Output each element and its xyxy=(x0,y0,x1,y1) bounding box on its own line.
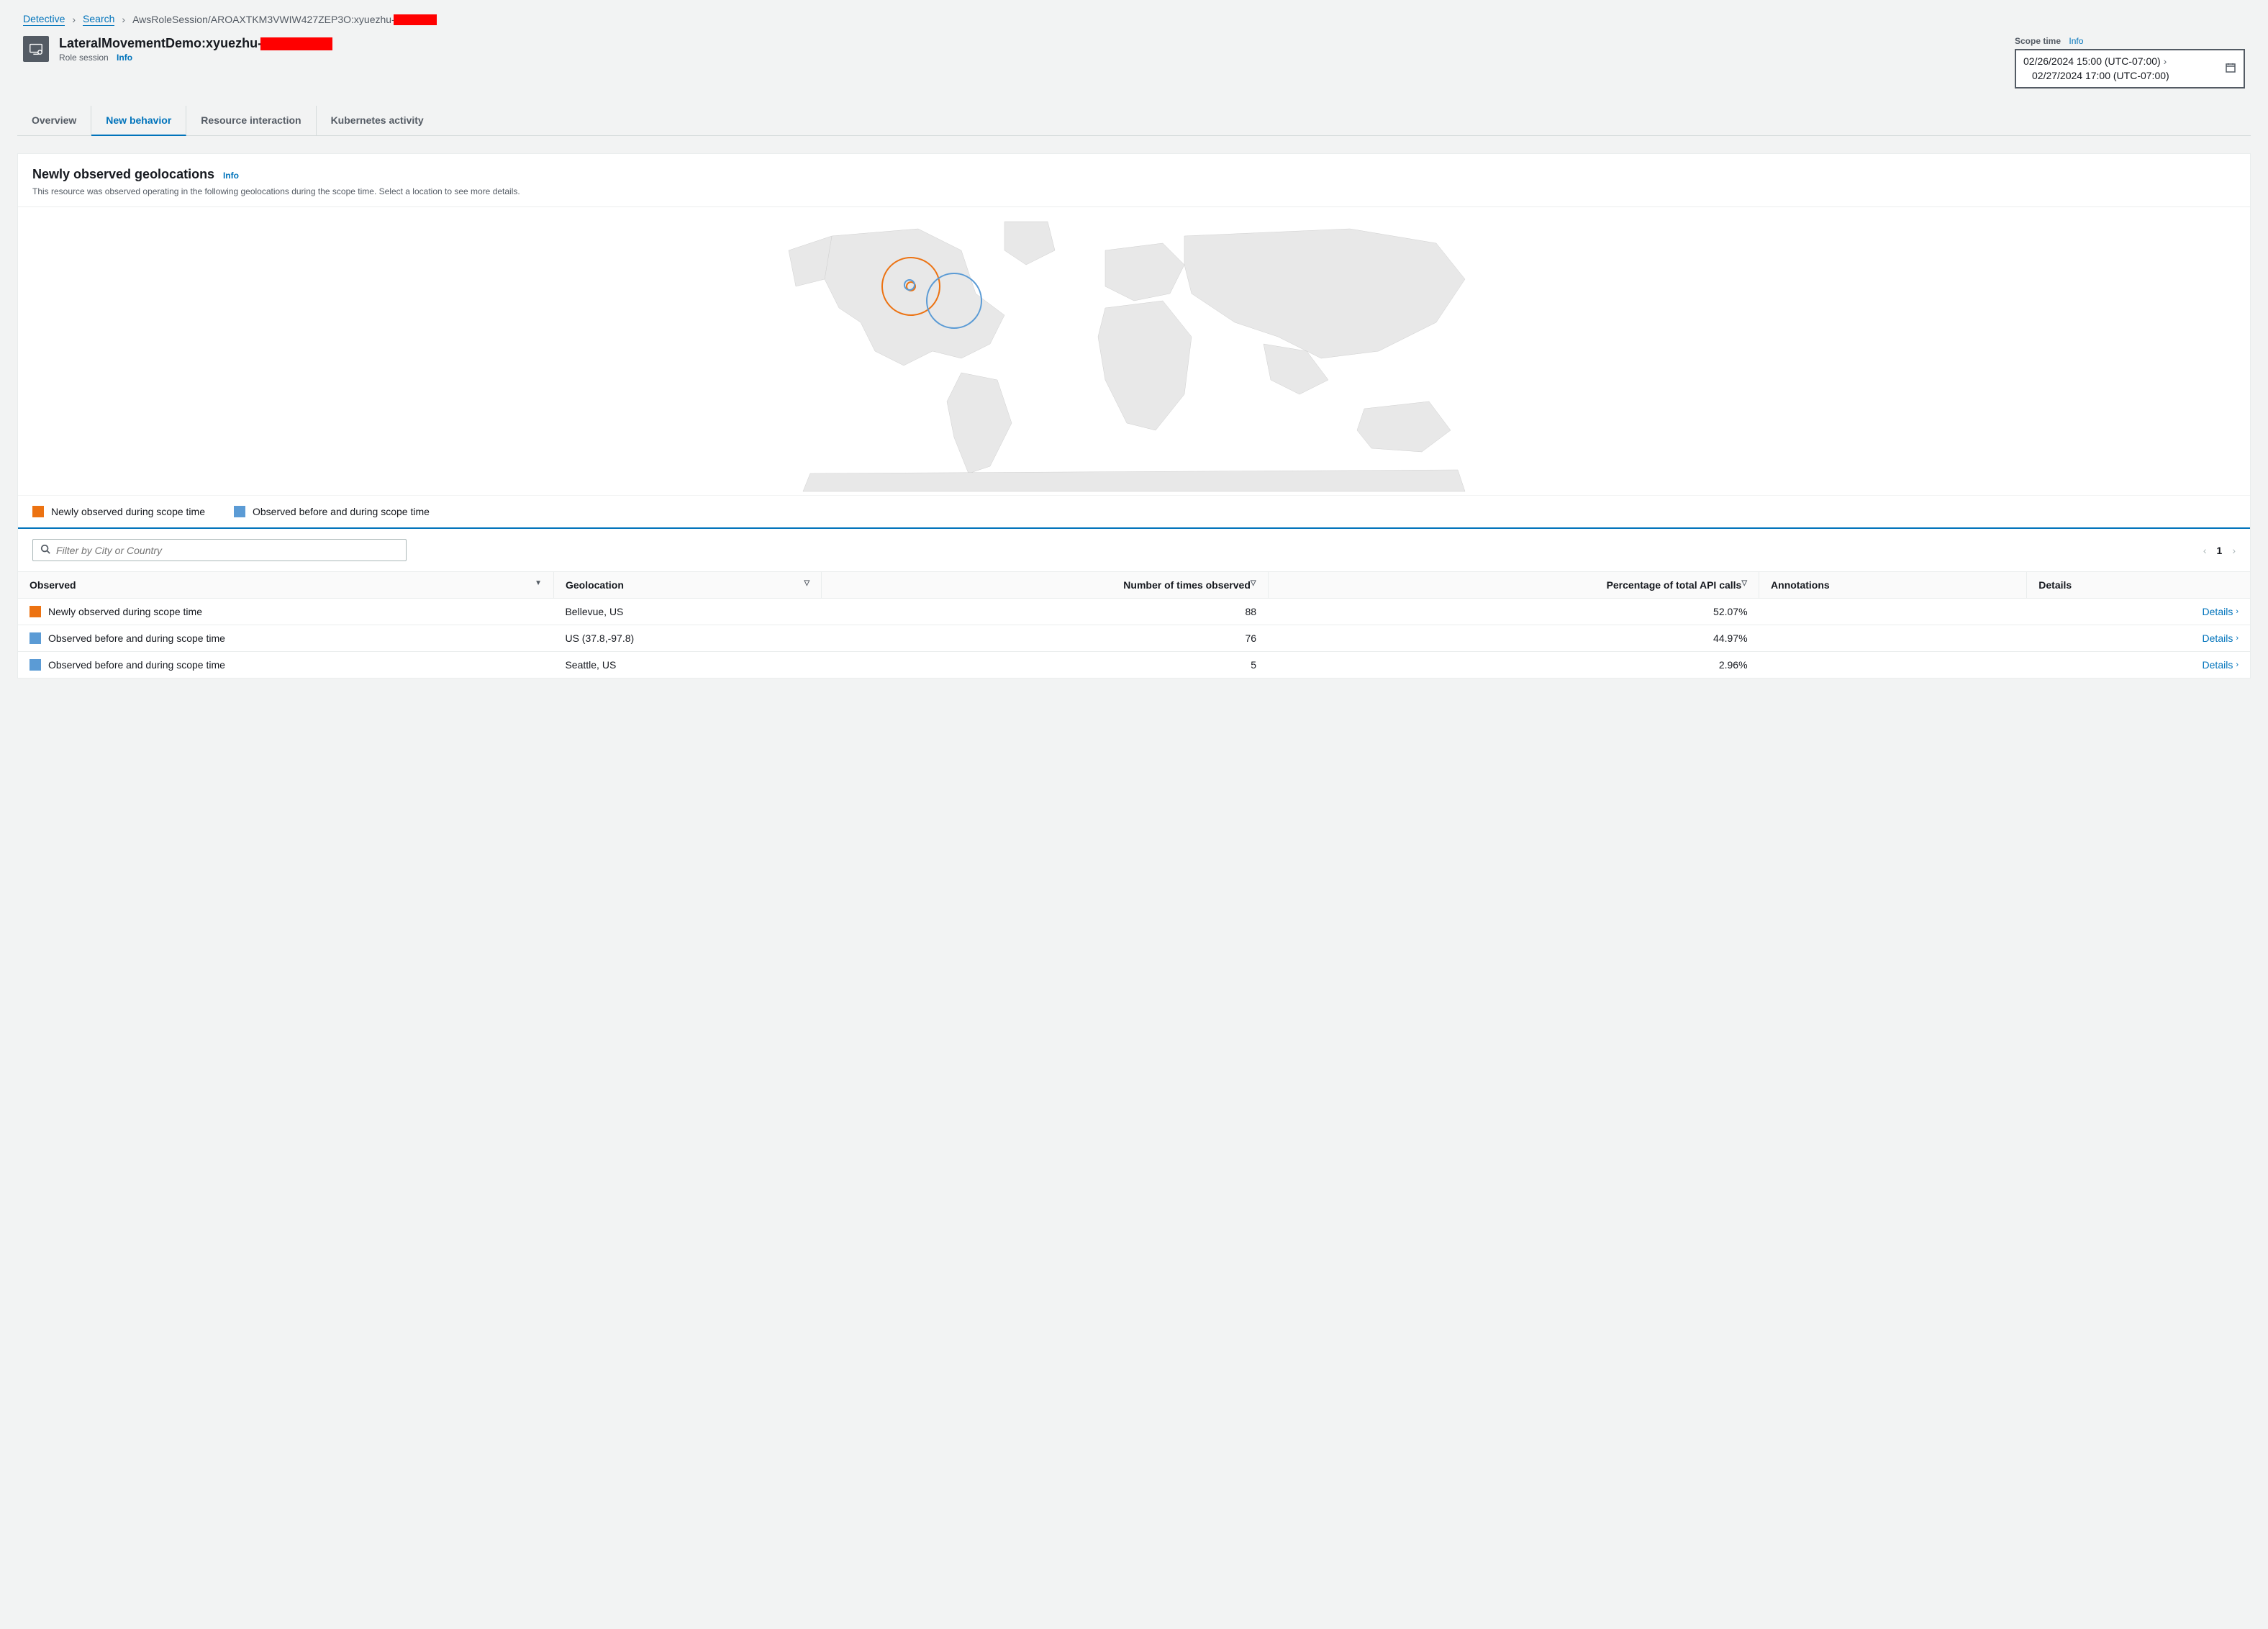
details-link[interactable]: Details › xyxy=(2203,606,2238,617)
col-pct[interactable]: Percentage of total API calls▽ xyxy=(1268,572,1759,599)
row-swatch xyxy=(30,632,41,644)
sort-icon: ▽ xyxy=(1741,579,1747,587)
tab-resource-interaction[interactable]: Resource interaction xyxy=(186,106,316,135)
sort-icon: ▽ xyxy=(804,579,810,587)
filter-input[interactable] xyxy=(56,545,399,556)
legend-label-newly: Newly observed during scope time xyxy=(51,506,205,517)
col-details: Details xyxy=(2027,572,2250,599)
table-row[interactable]: Newly observed during scope time Bellevue… xyxy=(18,599,2250,625)
chevron-right-icon: › xyxy=(72,14,76,25)
page-next-button[interactable]: › xyxy=(2232,545,2236,556)
details-link[interactable]: Details › xyxy=(2203,659,2238,671)
col-geolocation[interactable]: Geolocation▽ xyxy=(553,572,821,599)
legend-swatch-newly xyxy=(32,506,44,517)
filter-input-wrapper[interactable] xyxy=(32,539,407,561)
chevron-right-icon: › xyxy=(2164,55,2167,67)
row-observed: Observed before and during scope time xyxy=(48,632,225,644)
geolocations-panel: Newly observed geolocations Info This re… xyxy=(17,153,2251,679)
breadcrumb-search[interactable]: Search xyxy=(83,13,114,26)
legend-label-before: Observed before and during scope time xyxy=(253,506,430,517)
row-geolocation: US (37.8,-97.8) xyxy=(553,625,821,652)
scope-end: 02/27/2024 17:00 (UTC-07:00) xyxy=(2023,69,2169,83)
page-number: 1 xyxy=(2217,545,2223,556)
row-times: 5 xyxy=(822,652,1268,679)
chevron-right-icon: › xyxy=(2236,607,2238,616)
tabs: Overview New behavior Resource interacti… xyxy=(17,106,2251,136)
page-title: LateralMovementDemo:xyuezhu- xyxy=(59,36,332,51)
row-swatch xyxy=(30,606,41,617)
chevron-right-icon: › xyxy=(2236,661,2238,669)
calendar-icon xyxy=(2225,62,2236,76)
row-geolocation: Bellevue, US xyxy=(553,599,821,625)
tab-kubernetes-activity[interactable]: Kubernetes activity xyxy=(317,106,438,135)
col-times[interactable]: Number of times observed▽ xyxy=(822,572,1268,599)
col-observed[interactable]: Observed▼ xyxy=(18,572,553,599)
page-prev-button[interactable]: ‹ xyxy=(2203,545,2207,556)
scope-info-link[interactable]: Info xyxy=(2069,36,2083,46)
details-link[interactable]: Details › xyxy=(2203,632,2238,644)
redacted-block xyxy=(260,37,332,50)
breadcrumb: Detective › Search › AwsRoleSession/AROA… xyxy=(17,0,2251,36)
geolocations-table: Observed▼ Geolocation▽ Number of times o… xyxy=(18,571,2250,678)
scope-start: 02/26/2024 15:00 (UTC-07:00) xyxy=(2023,55,2161,67)
sort-icon: ▽ xyxy=(1251,579,1256,587)
role-session-icon xyxy=(23,36,49,62)
table-row[interactable]: Observed before and during scope time Sea… xyxy=(18,652,2250,679)
row-annotations xyxy=(1759,652,2027,679)
world-map[interactable] xyxy=(18,207,2250,495)
row-observed: Observed before and during scope time xyxy=(48,659,225,671)
map-legend: Newly observed during scope time Observe… xyxy=(18,495,2250,527)
row-annotations xyxy=(1759,599,2027,625)
sort-desc-icon: ▼ xyxy=(535,579,542,587)
row-pct: 52.07% xyxy=(1268,599,1759,625)
info-link[interactable]: Info xyxy=(117,53,132,63)
search-icon xyxy=(40,544,50,556)
tab-overview[interactable]: Overview xyxy=(17,106,91,135)
row-swatch xyxy=(30,659,41,671)
table-row[interactable]: Observed before and during scope time US … xyxy=(18,625,2250,652)
scope-time-picker[interactable]: 02/26/2024 15:00 (UTC-07:00) › 02/27/202… xyxy=(2015,49,2245,89)
page-subtitle: Role session xyxy=(59,53,109,63)
scope-time-label: Scope time xyxy=(2015,36,2061,46)
redacted-block xyxy=(394,14,437,25)
panel-description: This resource was observed operating in … xyxy=(32,186,2236,196)
panel-info-link[interactable]: Info xyxy=(223,171,239,181)
row-pct: 44.97% xyxy=(1268,625,1759,652)
row-pct: 2.96% xyxy=(1268,652,1759,679)
row-times: 88 xyxy=(822,599,1268,625)
row-observed: Newly observed during scope time xyxy=(48,606,202,617)
tab-new-behavior[interactable]: New behavior xyxy=(91,106,186,136)
legend-swatch-before xyxy=(234,506,245,517)
pagination: ‹ 1 › xyxy=(2203,545,2236,556)
row-times: 76 xyxy=(822,625,1268,652)
panel-title: Newly observed geolocations xyxy=(32,167,214,182)
row-annotations xyxy=(1759,625,2027,652)
col-annotations[interactable]: Annotations xyxy=(1759,572,2027,599)
breadcrumb-current: AwsRoleSession/AROAXTKM3VWIW427ZEP3O:xyu… xyxy=(132,14,437,26)
chevron-right-icon: › xyxy=(122,14,125,25)
row-geolocation: Seattle, US xyxy=(553,652,821,679)
chevron-right-icon: › xyxy=(2236,634,2238,643)
breadcrumb-detective[interactable]: Detective xyxy=(23,13,65,26)
